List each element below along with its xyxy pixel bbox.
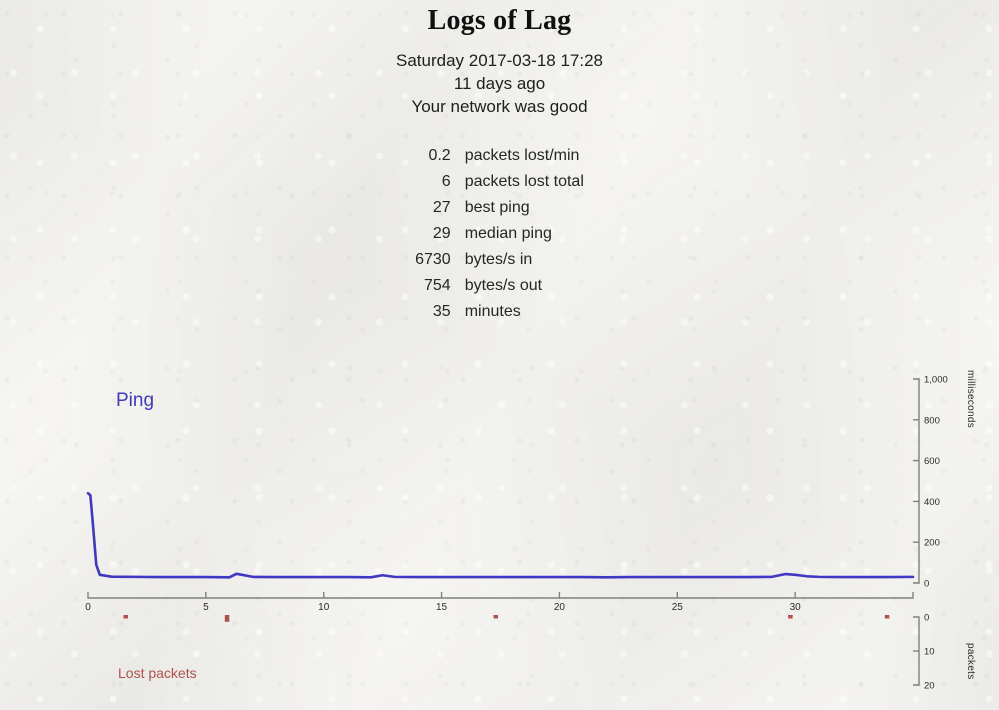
report-header: Logs of Lag Saturday 2017-03-18 17:28 11… (0, 0, 999, 118)
packets-axis-tick-label: 20 (924, 681, 935, 692)
lost-packet-marker (884, 615, 890, 619)
milliseconds-axis-title: milliseconds (965, 370, 976, 429)
time-axis-tick-label: 20 (554, 602, 566, 613)
packets-axis-title: packets (965, 643, 976, 680)
report-datetime: Saturday 2017-03-18 17:28 (396, 51, 603, 70)
stat-label: bytes/s in (464, 251, 533, 268)
lag-chart-svg: 0 200 400 600 800 1,000 0 10 20 0 5 10 15 20 25 30 (85, 375, 948, 692)
stat-label: bytes/s out (464, 277, 543, 294)
time-axis-tick-label: 5 (203, 602, 209, 613)
ping-axis: 0 200 400 600 800 1,000 (913, 375, 948, 590)
summary-stats: 0.2 packets lost/min 6 packets lost total 27… (0, 143, 999, 325)
ping-axis-tick-label: 200 (924, 538, 940, 549)
lost-packet-marker (788, 615, 793, 619)
stat-row: 35 minutes (415, 299, 584, 325)
report-relative-time: 11 days ago (453, 74, 546, 93)
stat-label: minutes (464, 303, 521, 320)
stat-value: 6 (441, 173, 451, 190)
time-axis-tick-label: 0 (85, 602, 91, 613)
stat-value: 29 (432, 225, 451, 242)
ping-axis-tick-label: 800 (924, 415, 940, 426)
stat-value: 754 (424, 277, 451, 294)
report-verdict: Your network was good (411, 97, 588, 116)
stat-row: 6730 bytes/s in (415, 247, 584, 273)
lost-packets-series-label: Lost packets (118, 665, 197, 681)
page-title: Logs of Lag (427, 5, 572, 36)
ping-line-series (86, 491, 915, 579)
stat-row: 27 best ping (415, 195, 584, 221)
ping-axis-tick-label: 0 (924, 579, 929, 590)
time-axis-tick-label: 15 (436, 602, 448, 613)
stat-value: 27 (432, 199, 451, 216)
stat-value: 0.2 (428, 147, 451, 164)
report-subtitle-block: Saturday 2017-03-18 17:28 11 days ago Yo… (0, 49, 999, 118)
logs-of-lag-page: Logs of Lag Saturday 2017-03-18 17:28 11… (0, 0, 999, 710)
stat-row: 6 packets lost total (415, 169, 584, 195)
ping-axis-tick-label: 400 (924, 497, 940, 508)
stat-label: packets lost total (464, 173, 584, 190)
stat-row: 754 bytes/s out (415, 273, 584, 299)
packets-axis-tick-label: 0 (924, 613, 929, 624)
stat-row: 0.2 packets lost/min (415, 143, 584, 169)
time-axis-tick-label: 25 (672, 602, 684, 613)
lost-packet-marker (224, 615, 230, 622)
summary-stats-table: 0.2 packets lost/min 6 packets lost total 27… (415, 143, 584, 325)
ping-axis-tick-label: 1,000 (924, 375, 948, 386)
stat-row: 29 median ping (415, 221, 584, 247)
stat-value: 35 (432, 303, 451, 320)
stat-value: 6730 (415, 251, 451, 268)
lost-packet-marker (123, 615, 128, 619)
stat-label: packets lost/min (464, 147, 580, 164)
lost-packet-marker (493, 615, 499, 619)
time-axis-tick-label: 10 (318, 602, 330, 613)
packets-axis-tick-label: 10 (924, 647, 935, 658)
time-axis: 0 5 10 15 20 25 30 (85, 592, 914, 613)
ping-axis-tick-label: 600 (924, 456, 940, 467)
stat-label: best ping (464, 199, 530, 216)
packets-axis: 0 10 20 (913, 613, 935, 692)
stat-label: median ping (464, 225, 552, 242)
lost-packet-markers (123, 615, 890, 622)
ping-series-label: Ping (116, 390, 155, 411)
lag-chart: 0 200 400 600 800 1,000 0 10 20 0 5 10 15 20 25 30 Pi… (0, 360, 999, 710)
time-axis-tick-label: 30 (790, 602, 802, 613)
